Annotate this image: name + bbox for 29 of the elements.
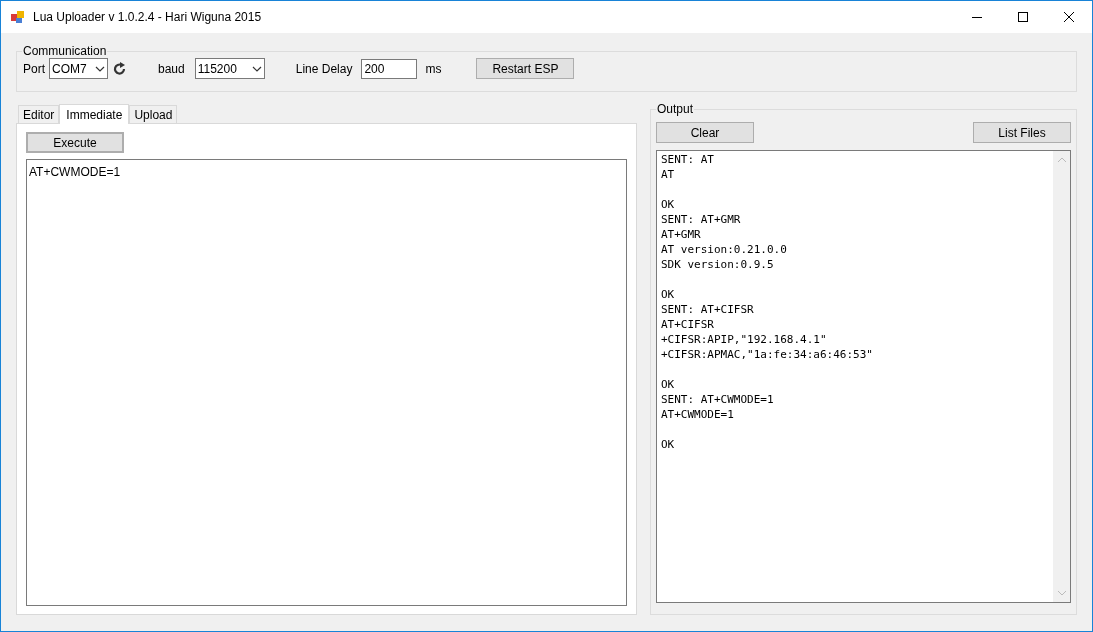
refresh-icon[interactable] [113, 61, 127, 76]
clear-button[interactable]: Clear [656, 122, 754, 143]
caret-icon [95, 65, 105, 72]
maximize-icon [1018, 12, 1028, 22]
scroll-up-icon[interactable] [1057, 157, 1066, 162]
minimize-icon [972, 16, 982, 18]
close-icon [1064, 12, 1074, 22]
tab[interactable]: Editor [18, 105, 60, 123]
baud-label: baud [158, 60, 185, 78]
line-delay-field[interactable]: 200 [361, 58, 418, 79]
list-files-button[interactable]: List Files [973, 122, 1071, 143]
execute-button[interactable]: Execute [26, 132, 124, 153]
tab[interactable]: Upload [129, 105, 178, 123]
window-title: Lua Uploader v 1.0.2.4 - Hari Wiguna 2015 [33, 9, 262, 26]
unit-label: ms [425, 60, 442, 78]
group-title: Output [656, 103, 695, 116]
restart-button[interactable]: Restart ESP [476, 58, 575, 79]
tab[interactable]: Immediate [59, 104, 130, 124]
line-delay-label: Line Delay [295, 60, 353, 78]
app-icon [11, 10, 25, 24]
port-dropdown[interactable]: COM7 [49, 58, 108, 79]
scroll-down-icon[interactable] [1057, 591, 1066, 596]
scrollbar[interactable] [1053, 151, 1070, 602]
baud-dropdown[interactable]: 115200 [194, 58, 265, 79]
port-label: Port [23, 60, 45, 78]
group-title: Communication [22, 45, 108, 58]
command-input[interactable]: AT+CWMODE=1 [26, 159, 627, 606]
caret-icon [251, 65, 262, 72]
output-log: SENT: AT AT OK SENT: AT+GMR AT+GMR AT version:0.21.0.0 SDK version:0.9.5 OK SENT: AT+CIFSR AT+CIFSR +CIFSR:APIP,"192.168.4.1" +CIFSR:APMAC,"1a:fe:34:a6:46:53" OK SENT: AT+CWMODE=1 AT+CWMODE=1 OK [660, 152, 874, 453]
